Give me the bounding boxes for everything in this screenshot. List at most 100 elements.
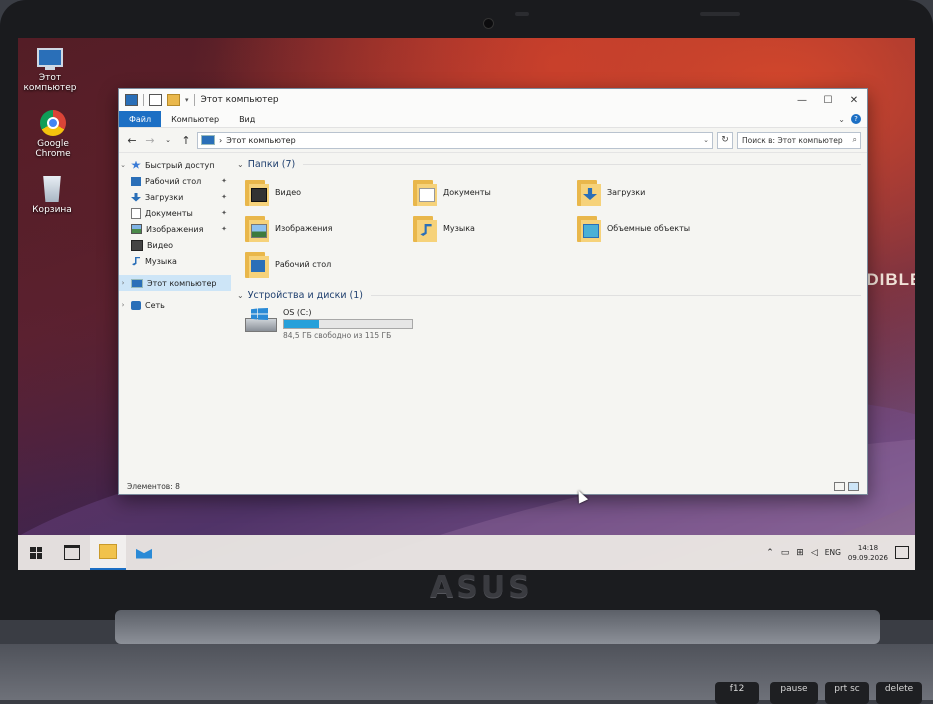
large-icons-view-icon[interactable] bbox=[848, 481, 859, 491]
tab-computer[interactable]: Компьютер bbox=[161, 111, 229, 127]
folder-label: Документы bbox=[443, 187, 491, 197]
nav-item-music[interactable]: Музыка bbox=[119, 253, 231, 269]
nav-item-downloads[interactable]: Загрузки ✦ bbox=[119, 189, 231, 205]
tab-file[interactable]: Файл bbox=[119, 111, 162, 127]
file-explorer-icon bbox=[99, 544, 117, 559]
computer-icon bbox=[201, 135, 215, 145]
collapse-icon[interactable]: ⌄ bbox=[119, 161, 127, 169]
system-tray: ⌃ ▭ ⊞ ◁ ENG 14:18 09.09.2026 bbox=[766, 543, 915, 563]
properties-icon[interactable] bbox=[149, 94, 162, 106]
search-placeholder: Поиск в: Этот компьютер bbox=[742, 135, 843, 145]
nav-item-videos[interactable]: Видео bbox=[119, 237, 231, 253]
search-input[interactable]: Поиск в: Этот компьютер ⌕ bbox=[737, 131, 861, 149]
divider bbox=[143, 94, 144, 106]
chevron-up-icon[interactable]: ⌃ bbox=[766, 548, 774, 558]
desktop-icon-this-pc[interactable]: Этот компьютер bbox=[20, 48, 80, 93]
nav-item-desktop[interactable]: Рабочий стол ✦ bbox=[119, 173, 231, 189]
divider bbox=[303, 163, 861, 165]
details-view-icon[interactable] bbox=[834, 481, 845, 491]
drive-usage-bar bbox=[283, 319, 413, 329]
network-icon[interactable]: ⊞ bbox=[796, 548, 804, 558]
tab-view[interactable]: Вид bbox=[229, 111, 265, 127]
folder-pictures[interactable]: Изображения bbox=[245, 212, 413, 244]
taskbar-mail[interactable] bbox=[126, 535, 162, 570]
volume-icon[interactable]: ◁ bbox=[811, 548, 818, 558]
devices-group-header[interactable]: ⌄ Устройства и диски (1) bbox=[237, 286, 867, 304]
bezel-sensor bbox=[515, 12, 529, 16]
address-dropdown-icon[interactable]: ⌄ bbox=[703, 136, 709, 144]
back-button[interactable]: ← bbox=[125, 134, 139, 147]
videos-icon bbox=[131, 239, 143, 251]
up-button[interactable]: ↑ bbox=[179, 134, 193, 147]
address-field[interactable]: › Этот компьютер ⌄ bbox=[197, 131, 713, 149]
folder-3d-objects[interactable]: Объемные объекты bbox=[577, 212, 741, 244]
folder-label: Видео bbox=[275, 187, 302, 197]
desktop-icon bbox=[131, 176, 141, 186]
new-folder-icon[interactable] bbox=[167, 94, 180, 106]
taskbar-file-explorer[interactable] bbox=[90, 535, 126, 570]
clock[interactable]: 14:18 09.09.2026 bbox=[848, 543, 888, 563]
pin-icon: ✦ bbox=[221, 209, 227, 217]
music-icon bbox=[132, 256, 140, 266]
expand-icon[interactable]: › bbox=[119, 279, 127, 287]
drive-c[interactable]: OS (C:) 84,5 ГБ свободно из 115 ГБ bbox=[245, 308, 867, 340]
forward-button[interactable]: → bbox=[143, 134, 157, 147]
divider bbox=[193, 94, 195, 106]
collapse-icon[interactable]: ⌄ bbox=[237, 160, 244, 169]
expand-icon[interactable]: › bbox=[119, 301, 127, 309]
breadcrumb[interactable]: Этот компьютер bbox=[226, 136, 295, 145]
desktop-icon-chrome[interactable]: Google Chrome bbox=[23, 110, 83, 159]
nav-label: Музыка bbox=[145, 256, 177, 266]
collapse-icon[interactable]: ⌄ bbox=[237, 291, 244, 300]
computer-icon bbox=[37, 48, 63, 70]
key-f12: f12 bbox=[715, 682, 759, 704]
folders-group-header[interactable]: ⌄ Папки (7) bbox=[237, 155, 867, 173]
language-indicator[interactable]: ENG bbox=[825, 548, 841, 557]
recent-locations-button[interactable]: ⌄ bbox=[161, 136, 175, 144]
start-button[interactable] bbox=[18, 535, 54, 570]
expand-ribbon-icon[interactable]: ⌄ bbox=[838, 115, 845, 124]
close-button[interactable]: ✕ bbox=[841, 89, 867, 111]
battery-icon[interactable]: ▭ bbox=[781, 548, 790, 558]
folder-label: Изображения bbox=[275, 223, 333, 233]
notifications-icon[interactable] bbox=[895, 546, 909, 559]
nav-item-network[interactable]: › Сеть bbox=[119, 297, 231, 313]
address-bar-row: ← → ⌄ ↑ › Этот компьютер ⌄ ↻ Поиск в: Эт… bbox=[119, 128, 867, 153]
windows-logo-icon bbox=[30, 546, 42, 559]
nav-item-this-pc[interactable]: › Этот компьютер bbox=[119, 275, 231, 291]
ribbon: Файл Компьютер Вид ⌄ ? bbox=[119, 111, 867, 128]
desktop-icon-recycle-bin[interactable]: Корзина bbox=[22, 176, 82, 215]
refresh-button[interactable]: ↻ bbox=[717, 131, 733, 149]
nav-label: Рабочий стол bbox=[145, 176, 202, 186]
key-prtsc: prt sc bbox=[825, 682, 869, 704]
help-icon[interactable]: ? bbox=[851, 114, 861, 124]
network-icon bbox=[131, 300, 141, 310]
clock-time: 14:18 bbox=[857, 543, 879, 552]
nav-item-pictures[interactable]: Изображения ✦ bbox=[119, 221, 231, 237]
folder-music[interactable]: Музыка bbox=[413, 212, 577, 244]
nav-label: Загрузки bbox=[145, 192, 184, 202]
nav-quick-access[interactable]: ⌄ Быстрый доступ bbox=[119, 157, 231, 173]
brand-logo: ASUS bbox=[430, 570, 533, 605]
explorer-window: ▾ Этот компьютер — ☐ ✕ Файл Компьютер Ви… bbox=[118, 88, 868, 495]
maximize-button[interactable]: ☐ bbox=[815, 89, 841, 111]
folder-desktop[interactable]: Рабочий стол bbox=[245, 248, 413, 280]
minimize-button[interactable]: — bbox=[789, 89, 815, 111]
item-count: Элементов: 8 bbox=[127, 481, 180, 491]
star-icon bbox=[131, 160, 141, 169]
customize-toolbar-icon[interactable]: ▾ bbox=[185, 96, 189, 104]
folder-documents[interactable]: Документы bbox=[413, 176, 577, 208]
title-bar[interactable]: ▾ Этот компьютер — ☐ ✕ bbox=[119, 89, 867, 111]
desktop: EDIBLE Этот компьютер Google Chrome Корз… bbox=[18, 38, 915, 570]
folder-downloads[interactable]: Загрузки bbox=[577, 176, 741, 208]
task-view-button[interactable] bbox=[54, 535, 90, 570]
nav-label: Сеть bbox=[145, 300, 165, 310]
mail-icon bbox=[136, 548, 152, 559]
nav-label: Видео bbox=[147, 240, 174, 250]
folder-label: Музыка bbox=[443, 223, 475, 233]
folder-videos[interactable]: Видео bbox=[245, 176, 413, 208]
drive-free-space: 84,5 ГБ свободно из 115 ГБ bbox=[283, 331, 392, 340]
computer-icon bbox=[131, 278, 143, 288]
folder-label: Загрузки bbox=[607, 187, 646, 197]
nav-item-documents[interactable]: Документы ✦ bbox=[119, 205, 231, 221]
